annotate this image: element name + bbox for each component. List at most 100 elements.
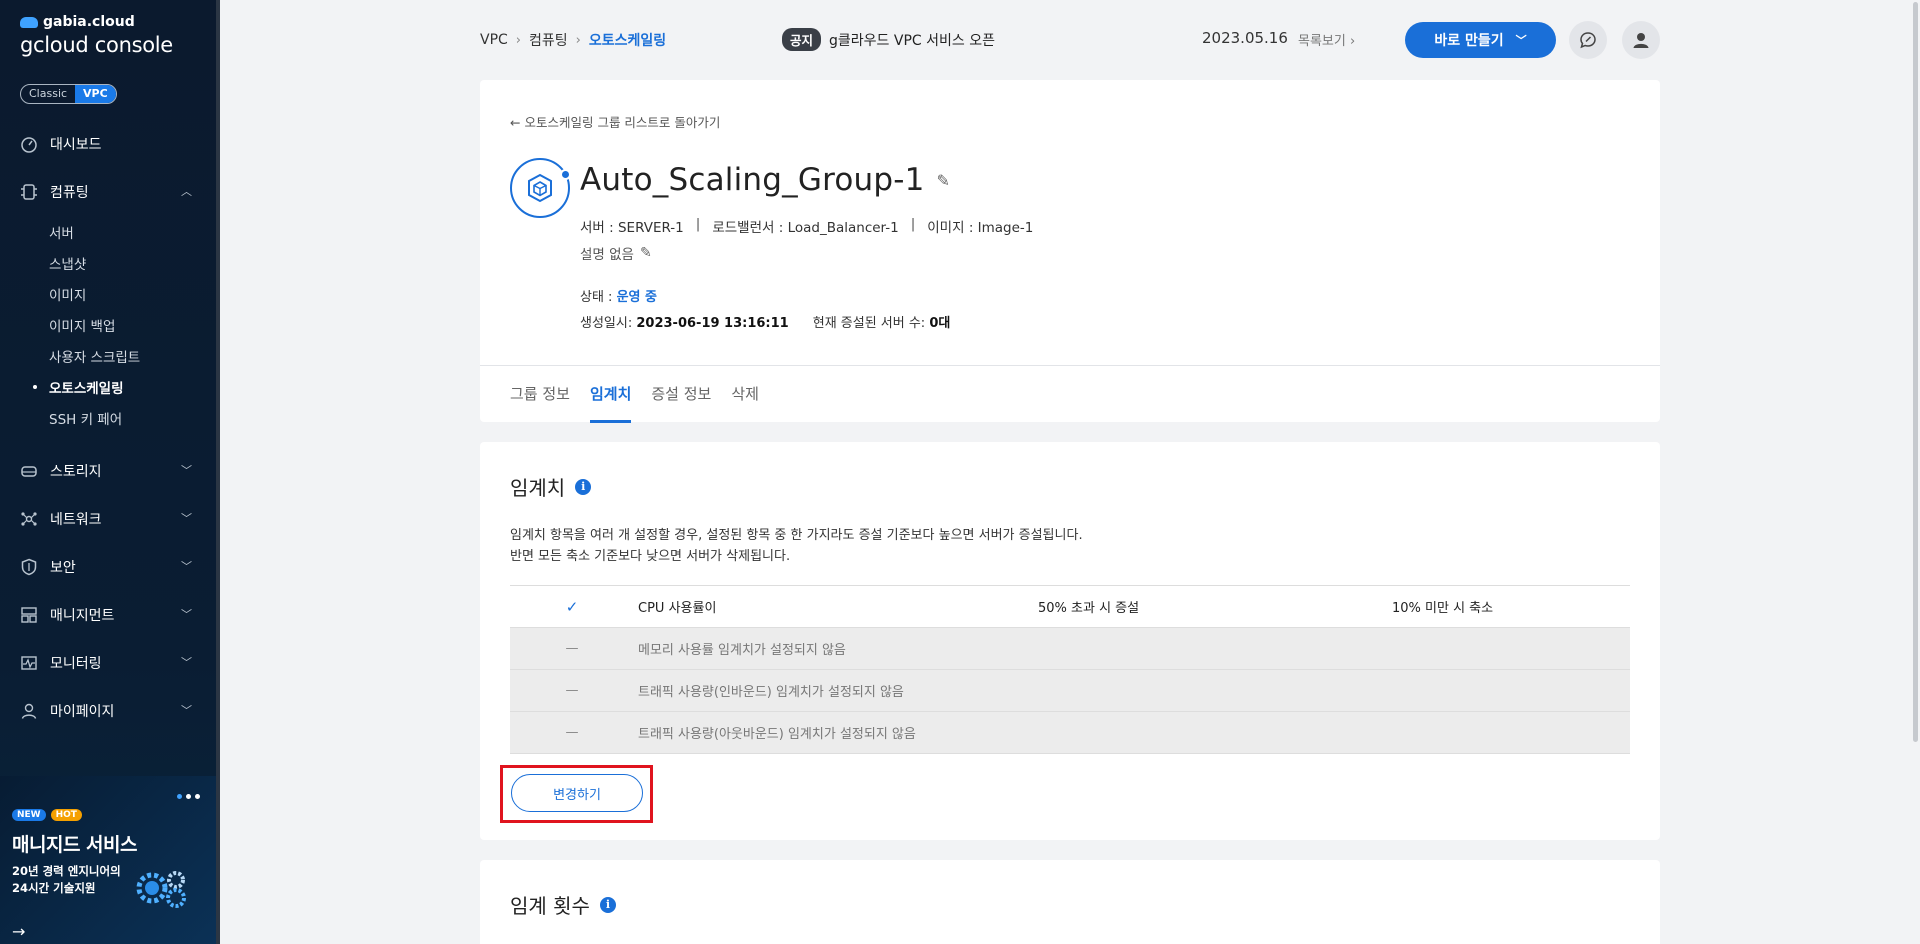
sidebar-item-snapshot[interactable]: 스냅샷 bbox=[49, 247, 216, 278]
notice-date: 2023.05.16 bbox=[1202, 29, 1288, 47]
sidebar-label: 대시보드 bbox=[50, 137, 102, 153]
tab-group-info[interactable]: 그룹 정보 bbox=[510, 366, 570, 423]
sidebar-item-network[interactable]: 네트워크 ﹀ bbox=[0, 495, 216, 543]
highlight-box: 변경하기 bbox=[500, 765, 653, 823]
dash-icon: — bbox=[565, 725, 579, 740]
tab-threshold[interactable]: 임계치 bbox=[589, 366, 632, 423]
sidebar-label: 보안 bbox=[50, 560, 76, 576]
notice-text[interactable]: g클라우드 VPC 서비스 오픈 bbox=[829, 30, 995, 50]
sidebar-item-image-backup[interactable]: 이미지 백업 bbox=[49, 309, 216, 340]
notice-tag: 공지 bbox=[782, 28, 822, 51]
tab-scaling-info[interactable]: 증설 정보 bbox=[651, 366, 711, 423]
page-scrollbar[interactable] bbox=[1911, 0, 1920, 944]
chevron-down-icon: ﹀ bbox=[1515, 34, 1527, 47]
sidebar-item-storage[interactable]: 스토리지 ﹀ bbox=[0, 447, 216, 495]
threshold-table: ✓ CPU 사용률이 50% 초과 시 증설 10% 미만 시 축소 — 메모리… bbox=[510, 585, 1630, 754]
group-title: Auto_Scaling_Group-1 ✎ bbox=[580, 162, 950, 198]
notice-banner[interactable]: 공지 g클라우드 VPC 서비스 오픈 bbox=[782, 28, 995, 51]
meta-image: 이미지 : Image-1 bbox=[927, 220, 1034, 236]
computing-submenu: 서버 스냅샷 이미지 이미지 백업 사용자 스크립트 오토스케일링 SSH 키 … bbox=[0, 216, 216, 433]
threshold-scale-up: 50% 초과 시 증설 bbox=[1038, 601, 1140, 616]
threshold-row-inbound: — 트래픽 사용량(인바운드) 임계치가 설정되지 않음 bbox=[510, 670, 1630, 712]
meta-server: 서버 : SERVER-1 bbox=[580, 220, 684, 236]
sidebar-scrollbar[interactable] bbox=[216, 0, 220, 944]
network-icon bbox=[20, 510, 38, 528]
scrollbar-thumb[interactable] bbox=[1913, 2, 1918, 742]
carousel-dots[interactable] bbox=[177, 794, 200, 799]
chevron-right-icon: › bbox=[1349, 34, 1356, 49]
sidebar-nav: 대시보드 컴퓨팅 ︿ 서버 스냅샷 이미지 이미지 백업 사용자 스크립트 오토… bbox=[0, 120, 216, 735]
promo-desc-line: 24시간 기술지원 bbox=[12, 881, 96, 895]
threshold-desc-line: 임계치 항목을 여러 개 설정할 경우, 설정된 항목 중 한 가지라도 증설 … bbox=[510, 528, 1083, 543]
status-label: 상태 : bbox=[580, 290, 613, 305]
status-dot bbox=[560, 169, 571, 180]
chip-icon bbox=[20, 183, 38, 201]
sidebar-item-security[interactable]: 보안 ﹀ bbox=[0, 543, 216, 591]
quick-create-button[interactable]: 바로 만들기 ﹀ bbox=[1405, 22, 1556, 58]
dash-icon: — bbox=[565, 641, 579, 656]
group-created: 생성일시: 2023-06-19 13:16:11 현재 증설된 서버 수: 0… bbox=[580, 312, 950, 331]
monitor-pulse-icon bbox=[20, 654, 38, 672]
tab-delete[interactable]: 삭제 bbox=[731, 366, 759, 423]
chevron-down-icon: ﹀ bbox=[181, 704, 192, 717]
brand-name: gcloud console bbox=[20, 33, 173, 57]
sidebar-item-server[interactable]: 서버 bbox=[49, 216, 216, 247]
sidebar-item-management[interactable]: 매니지먼트 ﹀ bbox=[0, 591, 216, 639]
sidebar-item-autoscaling[interactable]: 오토스케일링 bbox=[33, 371, 216, 402]
sidebar-item-computing[interactable]: 컴퓨팅 ︿ bbox=[0, 168, 216, 216]
mode-toggle[interactable]: Classic VPC bbox=[20, 84, 117, 104]
pencil-icon[interactable]: ✎ bbox=[640, 245, 652, 261]
server-count-label: 현재 증설된 서버 수: bbox=[812, 316, 926, 331]
list-link[interactable]: 목록보기 › bbox=[1298, 30, 1355, 49]
divider: | bbox=[910, 216, 916, 232]
breadcrumb: VPC › 컴퓨팅 › 오토스케일링 bbox=[480, 30, 666, 50]
arrow-right-icon[interactable]: → bbox=[12, 922, 25, 941]
management-icon bbox=[20, 606, 38, 624]
mode-classic[interactable]: Classic bbox=[21, 85, 75, 103]
promo-title: 매니지드 서비스 bbox=[12, 834, 137, 856]
breadcrumb-current[interactable]: 오토스케일링 bbox=[589, 30, 666, 50]
check-icon: ✓ bbox=[565, 597, 579, 616]
change-button[interactable]: 변경하기 bbox=[511, 774, 643, 812]
threshold-description: 임계치 항목을 여러 개 설정할 경우, 설정된 항목 중 한 가지라도 증설 … bbox=[510, 525, 1083, 567]
server-count-value: 0대 bbox=[929, 316, 951, 331]
sidebar-label: 스토리지 bbox=[50, 464, 102, 480]
threshold-label: 메모리 사용률 임계치가 설정되지 않음 bbox=[638, 643, 846, 658]
threshold-count-title-text: 임계 횟수 bbox=[510, 894, 590, 918]
mode-vpc[interactable]: VPC bbox=[75, 85, 116, 103]
info-icon[interactable]: i bbox=[599, 896, 616, 913]
sidebar-item-image[interactable]: 이미지 bbox=[49, 278, 216, 309]
group-meta: 서버 : SERVER-1 | 로드밸런서 : Load_Balancer-1 … bbox=[580, 216, 1033, 236]
threshold-label: CPU 사용률이 bbox=[638, 601, 717, 616]
breadcrumb-vpc[interactable]: VPC bbox=[480, 32, 508, 48]
profile-button[interactable] bbox=[1622, 21, 1660, 59]
group-description: 설명 없음 ✎ bbox=[580, 243, 652, 263]
threshold-row-outbound: — 트래픽 사용량(아웃바운드) 임계치가 설정되지 않음 bbox=[510, 712, 1630, 754]
feedback-button[interactable] bbox=[1569, 21, 1607, 59]
group-status: 상태 : 운영 중 bbox=[580, 286, 657, 305]
pencil-icon[interactable]: ✎ bbox=[937, 171, 951, 190]
chevron-right-icon: › bbox=[575, 32, 581, 48]
chat-edit-icon bbox=[1580, 32, 1596, 49]
promo-banner[interactable]: NEW HOT 매니지드 서비스 20년 경력 엔지니어의 24시간 기술지원 … bbox=[0, 776, 216, 944]
sidebar-item-user-script[interactable]: 사용자 스크립트 bbox=[49, 340, 216, 371]
chevron-right-icon: › bbox=[515, 32, 521, 48]
sidebar-label: 컴퓨팅 bbox=[50, 185, 89, 201]
arrow-left-icon: ← bbox=[510, 115, 521, 130]
back-link[interactable]: ← 오토스케일링 그룹 리스트로 돌아가기 bbox=[510, 112, 720, 131]
list-link-label: 목록보기 bbox=[1298, 34, 1346, 49]
sidebar-item-ssh-keypair[interactable]: SSH 키 페어 bbox=[49, 402, 216, 433]
info-icon[interactable]: i bbox=[575, 478, 592, 495]
user-icon bbox=[20, 702, 38, 720]
sidebar-label: 모니터링 bbox=[50, 656, 102, 672]
sidebar: gabia.cloud gcloud console Classic VPC 대… bbox=[0, 0, 216, 944]
brand-logo[interactable]: gabia.cloud gcloud console bbox=[20, 14, 173, 57]
sidebar-item-monitoring[interactable]: 모니터링 ﹀ bbox=[0, 639, 216, 687]
new-badge: NEW bbox=[12, 809, 46, 821]
sidebar-item-dashboard[interactable]: 대시보드 bbox=[0, 120, 216, 168]
divider: | bbox=[695, 216, 701, 232]
breadcrumb-computing[interactable]: 컴퓨팅 bbox=[529, 30, 568, 50]
sidebar-item-mypage[interactable]: 마이페이지 ﹀ bbox=[0, 687, 216, 735]
meta-loadbalancer: 로드밸런서 : Load_Balancer-1 bbox=[712, 220, 899, 236]
threshold-scale-down: 10% 미만 시 축소 bbox=[1392, 601, 1494, 616]
